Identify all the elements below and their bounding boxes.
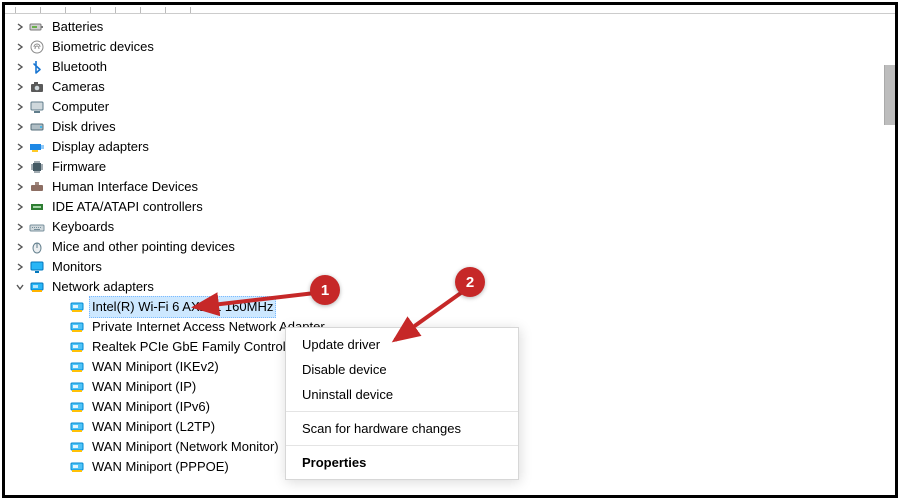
tree-node-disk-drives[interactable]: Disk drives bbox=[13, 117, 573, 137]
nic-icon bbox=[69, 379, 85, 395]
keyboard-icon bbox=[29, 219, 45, 235]
nic-icon bbox=[69, 319, 85, 335]
tree-node-label: Realtek PCIe GbE Family Controller bbox=[89, 336, 303, 358]
network-adapter-icon bbox=[29, 279, 45, 295]
hid-icon bbox=[29, 179, 45, 195]
tree-node-biometric[interactable]: Biometric devices bbox=[13, 37, 573, 57]
tree-node-ide[interactable]: IDE ATA/ATAPI controllers bbox=[13, 197, 573, 217]
monitor-icon bbox=[29, 259, 45, 275]
tree-node-label: Bluetooth bbox=[49, 56, 110, 78]
chevron-right-icon[interactable] bbox=[13, 200, 27, 214]
nic-icon bbox=[69, 439, 85, 455]
nic-icon bbox=[69, 339, 85, 355]
tree-node-label: WAN Miniport (IKEv2) bbox=[89, 356, 222, 378]
vertical-scrollbar[interactable] bbox=[884, 65, 895, 125]
tree-node-hid[interactable]: Human Interface Devices bbox=[13, 177, 573, 197]
tree-node-computer[interactable]: Computer bbox=[13, 97, 573, 117]
chevron-right-icon[interactable] bbox=[13, 220, 27, 234]
tree-node-label: Display adapters bbox=[49, 136, 152, 158]
device-context-menu[interactable]: Update driverDisable deviceUninstall dev… bbox=[285, 327, 519, 480]
tree-node-label: Firmware bbox=[49, 156, 109, 178]
tree-node-label: WAN Miniport (L2TP) bbox=[89, 416, 218, 438]
menu-item-update-driver[interactable]: Update driver bbox=[286, 332, 518, 357]
ide-icon bbox=[29, 199, 45, 215]
annotation-badge-2: 2 bbox=[455, 267, 485, 297]
display-adapter-icon bbox=[29, 139, 45, 155]
tree-node-label: Disk drives bbox=[49, 116, 119, 138]
menu-item-scan-hardware[interactable]: Scan for hardware changes bbox=[286, 416, 518, 441]
menu-item-uninstall-device[interactable]: Uninstall device bbox=[286, 382, 518, 407]
tree-node-label: Biometric devices bbox=[49, 36, 157, 58]
chevron-right-icon[interactable] bbox=[13, 240, 27, 254]
tree-node-keyboards[interactable]: Keyboards bbox=[13, 217, 573, 237]
nic-icon bbox=[69, 399, 85, 415]
nic-icon bbox=[69, 359, 85, 375]
menu-item-properties[interactable]: Properties bbox=[286, 450, 518, 475]
chevron-right-icon[interactable] bbox=[13, 160, 27, 174]
tree-node-label: WAN Miniport (IP) bbox=[89, 376, 199, 398]
tree-node-display-adapters[interactable]: Display adapters bbox=[13, 137, 573, 157]
nic-icon bbox=[69, 419, 85, 435]
tree-node-label: Network adapters bbox=[49, 276, 157, 298]
tree-node-label: WAN Miniport (PPPOE) bbox=[89, 456, 232, 478]
tree-node-label: Monitors bbox=[49, 256, 105, 278]
chevron-right-icon[interactable] bbox=[13, 80, 27, 94]
tree-node-firmware[interactable]: Firmware bbox=[13, 157, 573, 177]
camera-icon bbox=[29, 79, 45, 95]
tree-node-label: IDE ATA/ATAPI controllers bbox=[49, 196, 206, 218]
device-manager-window: BatteriesBiometric devicesBluetoothCamer… bbox=[2, 2, 898, 498]
tree-node-cameras[interactable]: Cameras bbox=[13, 77, 573, 97]
computer-icon bbox=[29, 99, 45, 115]
tree-node-label: Intel(R) Wi-Fi 6 AX201 160MHz bbox=[89, 296, 276, 318]
nic-icon bbox=[69, 459, 85, 475]
nic-icon bbox=[69, 299, 85, 315]
disk-icon bbox=[29, 119, 45, 135]
fingerprint-icon bbox=[29, 39, 45, 55]
tree-node-label: Human Interface Devices bbox=[49, 176, 201, 198]
chevron-down-icon[interactable] bbox=[13, 280, 27, 294]
annotation-badge-1: 1 bbox=[310, 275, 340, 305]
bluetooth-icon bbox=[29, 59, 45, 75]
chip-icon bbox=[29, 159, 45, 175]
chevron-right-icon[interactable] bbox=[13, 180, 27, 194]
chevron-right-icon[interactable] bbox=[13, 40, 27, 54]
tree-node-label: Batteries bbox=[49, 16, 106, 38]
tree-node-batteries[interactable]: Batteries bbox=[13, 17, 573, 37]
chevron-right-icon[interactable] bbox=[13, 120, 27, 134]
tree-node-label: Computer bbox=[49, 96, 112, 118]
tree-node-label: Mice and other pointing devices bbox=[49, 236, 238, 258]
menu-item-disable-device[interactable]: Disable device bbox=[286, 357, 518, 382]
tree-node-label: Keyboards bbox=[49, 216, 117, 238]
tree-node-monitors[interactable]: Monitors bbox=[13, 257, 573, 277]
tree-node-mice[interactable]: Mice and other pointing devices bbox=[13, 237, 573, 257]
chevron-right-icon[interactable] bbox=[13, 260, 27, 274]
mouse-icon bbox=[29, 239, 45, 255]
toolbar bbox=[5, 5, 895, 14]
chevron-right-icon[interactable] bbox=[13, 20, 27, 34]
tree-node-network-adapters[interactable]: Network adapters bbox=[13, 277, 573, 297]
tree-node-label: WAN Miniport (Network Monitor) bbox=[89, 436, 282, 458]
tree-node-bluetooth[interactable]: Bluetooth bbox=[13, 57, 573, 77]
chevron-right-icon[interactable] bbox=[13, 100, 27, 114]
battery-icon bbox=[29, 19, 45, 35]
chevron-right-icon[interactable] bbox=[13, 60, 27, 74]
tree-node-label: Cameras bbox=[49, 76, 108, 98]
tree-node-label: WAN Miniport (IPv6) bbox=[89, 396, 213, 418]
chevron-right-icon[interactable] bbox=[13, 140, 27, 154]
